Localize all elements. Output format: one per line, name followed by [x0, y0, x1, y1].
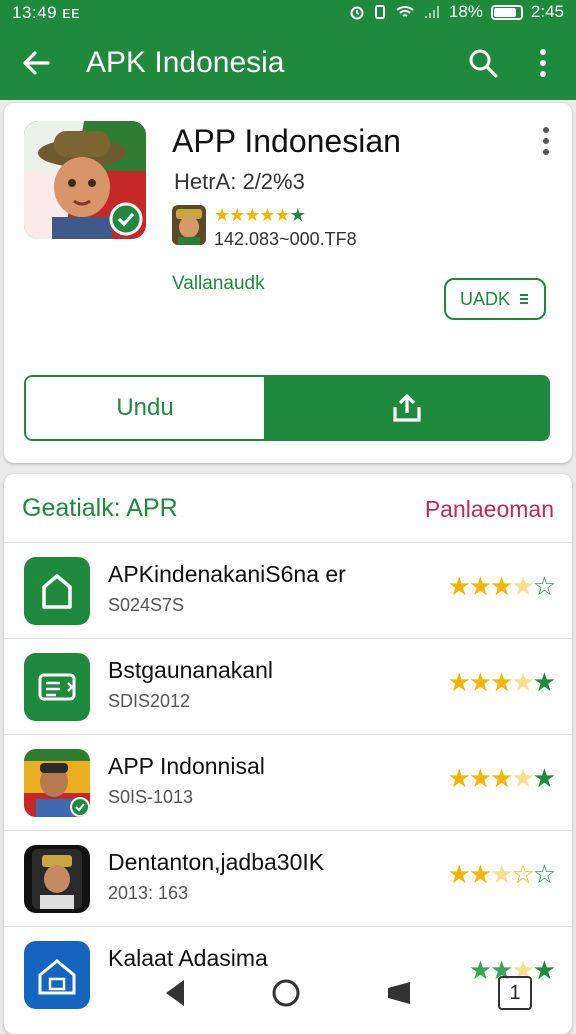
list-app-icon — [24, 653, 90, 721]
list-item-rating: ★★★★★ — [447, 763, 556, 793]
battery-percent: 18% — [448, 2, 483, 21]
carrier-label: ᴇᴇ — [62, 3, 80, 22]
status-bar: 13:49 ᴇᴇ 18% 2:45 — [0, 0, 576, 26]
vibrate-icon — [374, 5, 385, 19]
list-item-name: APP Indonnisal — [108, 753, 265, 779]
list-item[interactable]: Dentanton,jadba30IK 2013: 163 ★★★☆☆ — [4, 830, 572, 927]
rating-stars: ★★★★★★ — [214, 205, 306, 225]
list-item-name: Bstgaunanakanl — [108, 657, 273, 683]
developer-avatar — [172, 205, 206, 245]
more-vert-icon[interactable] — [536, 125, 556, 157]
download-count: 142.083~000.TF8 — [214, 229, 357, 249]
section-link[interactable]: Panlaeoman — [425, 496, 554, 523]
uadk-button[interactable]: UADK — [444, 278, 546, 320]
app-bar: APK Indonesia — [0, 26, 576, 100]
list-item-sub: S024S7S — [108, 595, 185, 615]
related-apps-card: Geatialk: APR Panlaeoman APKindenakaniS6… — [4, 474, 572, 1034]
list-item-sub: S0IS-1013 — [108, 787, 194, 807]
list-item-sub: SDIS2012 — [108, 691, 191, 711]
status-clock-right: 2:45 — [530, 2, 564, 21]
search-icon[interactable] — [466, 46, 500, 80]
list-item-name: Dentanton,jadba30IK — [108, 849, 325, 875]
avatar-app-icon — [24, 749, 90, 817]
portrait-app-icon — [24, 845, 90, 913]
list-item-rating: ★★★☆☆ — [447, 859, 556, 889]
arrow-left-icon[interactable] — [18, 44, 56, 82]
share-button[interactable] — [264, 375, 550, 441]
nav-recent-button[interactable]: 1 — [498, 976, 532, 1010]
nav-back-icon[interactable] — [162, 978, 188, 1008]
app-meta: HetrA: 2/2%3 — [174, 169, 305, 194]
list-item-rating: ★★★★★ — [447, 667, 556, 697]
status-icons: 18% 2:45 — [349, 2, 564, 22]
alarm-icon — [350, 6, 364, 20]
app-title: APP Indonesian — [172, 123, 401, 159]
action-buttons: Undu — [24, 375, 550, 441]
battery-icon — [490, 4, 523, 20]
share-upload-icon — [393, 394, 421, 422]
app-icon[interactable] — [24, 121, 146, 239]
signal-icon — [424, 6, 439, 18]
status-time: 13:49 ᴇᴇ — [12, 3, 80, 22]
list-item[interactable]: APP Indonnisal S0IS-1013 ★★★★★ — [4, 734, 572, 831]
more-vert-icon[interactable] — [528, 44, 558, 82]
wifi-icon — [396, 6, 414, 17]
list-item-name: APKindenakaniS6na er — [108, 561, 346, 587]
app-bar-title: APK Indonesia — [86, 46, 285, 79]
section-title: Geatialk: APR — [22, 494, 178, 522]
list-item[interactable]: APKindenakaniS6na er S024S7S ★★★★☆ — [4, 542, 572, 639]
nav-shape-icon[interactable] — [384, 978, 412, 1008]
nav-home-icon[interactable] — [271, 978, 301, 1008]
download-button[interactable]: Undu — [24, 375, 264, 441]
list-item[interactable]: Bstgaunanakanl SDIS2012 ★★★★★ — [4, 638, 572, 735]
list-item-rating: ★★★★☆ — [447, 571, 556, 601]
verified-label: Vallanaudk — [172, 273, 265, 294]
list-item-sub: 2013: 163 — [108, 883, 189, 903]
uadk-button-label: UADK — [459, 288, 510, 309]
menu-lines-icon — [520, 294, 528, 304]
app-detail-card: APP Indonesian HetrA: 2/2%3 ★★★★★★ 142.0… — [4, 103, 572, 463]
home-app-icon — [24, 557, 90, 625]
